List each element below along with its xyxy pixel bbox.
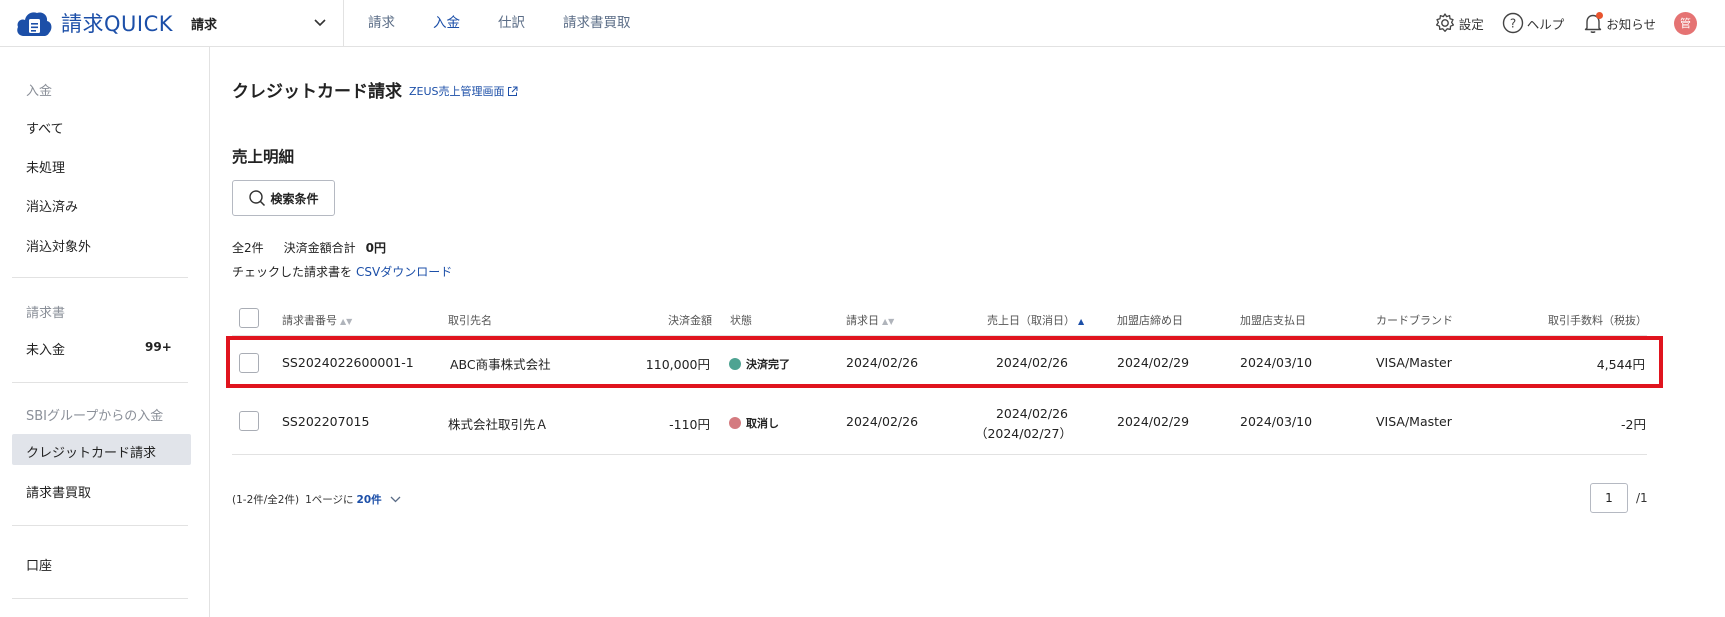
page-title: クレジットカード請求 [232, 82, 402, 102]
page-number-input[interactable]: 1 [1590, 483, 1628, 513]
cell-cancel-date: （2024/02/27） [974, 426, 1072, 441]
sidebar-divider [12, 525, 188, 526]
sidebar-item-factoring[interactable]: 請求書買取 [26, 482, 91, 501]
per-page-select[interactable]: 20件 [357, 492, 382, 507]
header-utilities: 設定 ? ヘルプ お知らせ 管 [1434, 0, 1725, 46]
pagination-range: (1-2件/全2件) [232, 494, 300, 506]
status-label: 取消し [746, 417, 779, 430]
nav-invoice[interactable]: 請求 [368, 0, 395, 46]
chevron-down-icon [314, 19, 326, 27]
column-header-payment-date: 加盟店支払日 [1240, 314, 1306, 327]
search-icon [249, 190, 266, 207]
status-cancel-dot [729, 417, 741, 429]
csv-download-link[interactable]: CSVダウンロード [356, 265, 452, 279]
column-header-label: 請求書番号 [282, 314, 337, 327]
app-switcher-label: 請求 [191, 17, 218, 33]
settings-button[interactable]: 設定 [1434, 12, 1484, 34]
cell-payment-date: 2024/03/10 [1240, 414, 1313, 429]
status-badge: 取消し [729, 415, 779, 431]
sidebar-item-all[interactable]: すべて [26, 118, 64, 137]
table-divider [232, 454, 1647, 455]
cell-fee: -2円 [1621, 417, 1646, 432]
column-header-client: 取引先名 [448, 314, 492, 327]
notifications-label: お知らせ [1606, 16, 1656, 32]
external-link-icon [507, 86, 518, 96]
column-header-fee: 取引手数料（税抜） [1548, 314, 1647, 327]
nav-journal[interactable]: 仕訳 [498, 0, 525, 46]
sidebar-section-invoice: 請求書 [26, 306, 66, 321]
cell-invoice-date: 2024/02/26 [846, 414, 919, 429]
column-header-invoice-no[interactable]: 請求書番号 ▲▼ [282, 312, 352, 328]
column-header-closing-date: 加盟店締め日 [1117, 314, 1183, 327]
settings-label: 設定 [1458, 16, 1484, 32]
zeus-sales-link[interactable]: ZEUS売上管理画面 [409, 83, 518, 99]
cell-client: 株式会社取引先Ａ [448, 417, 549, 432]
gear-icon [1435, 13, 1454, 32]
bell-icon-wrap [1582, 12, 1604, 34]
cell-invoice-no[interactable]: SS202207015 [282, 414, 369, 429]
sidebar-divider [12, 277, 188, 278]
sidebar: 入金 すべて 未処理 消込済み 消込対象外 請求書 未入金 99+ SBIグルー… [0, 47, 210, 617]
sort-icon: ▲▼ [340, 317, 353, 326]
settlement-total-label: 決済金額合計 [283, 241, 356, 255]
nav-payment[interactable]: 入金 [433, 0, 460, 46]
sidebar-section-payment: 入金 [26, 84, 53, 99]
column-header-invoice-date[interactable]: 請求日 ▲▼ [846, 312, 894, 328]
cell-closing-date: 2024/02/29 [1117, 414, 1190, 429]
sidebar-divider [12, 382, 188, 383]
search-conditions-label: 検索条件 [270, 191, 319, 206]
unpaid-count-badge: 99+ [145, 340, 172, 354]
help-icon: ? [1502, 12, 1523, 34]
cell-amount: -110円 [669, 417, 710, 432]
pagination-info: (1-2件/全2件) 1ページに 20件 [232, 492, 401, 507]
sidebar-item-unprocessed[interactable]: 未処理 [26, 157, 65, 176]
page-total: /1 [1636, 491, 1648, 505]
help-button[interactable]: ? ヘルプ [1502, 12, 1565, 34]
sidebar-item-excluded[interactable]: 消込対象外 [26, 236, 91, 255]
column-header-label: 請求日 [846, 314, 879, 327]
logo-text: 請求QUICK [61, 12, 174, 36]
column-header-status: 状態 [730, 314, 752, 327]
summary-bar: 全2件 決済金額合計 0円 [232, 239, 386, 256]
row-checkbox[interactable] [239, 411, 259, 431]
search-conditions-button[interactable]: 検索条件 [232, 180, 335, 216]
column-header-label: 売上日（取消日） [987, 314, 1075, 327]
header-divider [343, 0, 344, 46]
app-switcher[interactable]: 請求 [191, 12, 326, 34]
avatar[interactable]: 管 [1674, 11, 1697, 35]
notifications-button[interactable]: お知らせ [1582, 12, 1656, 34]
column-header-sales-date[interactable]: 売上日（取消日） ▲ [987, 312, 1084, 328]
help-label: ヘルプ [1526, 16, 1565, 32]
sidebar-item-account[interactable]: 口座 [26, 555, 52, 574]
column-header-amount: 決済金額 [668, 314, 712, 327]
total-count: 全2件 [232, 241, 264, 255]
sidebar-item-credit-card[interactable]: クレジットカード請求 [26, 442, 156, 461]
sort-asc-icon: ▲ [1078, 317, 1085, 326]
section-title: 売上明細 [232, 148, 295, 166]
cell-sales-date: 2024/02/26 [995, 406, 1068, 421]
nav-factoring[interactable]: 請求書買取 [563, 0, 631, 46]
chevron-down-icon[interactable] [390, 496, 401, 503]
app-header: 請求QUICK 請求 請求 入金 仕訳 請求書買取 設定 ? ヘルプ お知らせ … [0, 0, 1725, 47]
sidebar-item-reconciled[interactable]: 消込済み [26, 196, 78, 215]
cell-brand: VISA/Master [1376, 414, 1452, 429]
select-all-checkbox[interactable] [239, 308, 259, 328]
app-logo[interactable]: 請求QUICK [15, 8, 173, 38]
sort-icon: ▲▼ [882, 317, 895, 326]
sidebar-divider [12, 598, 188, 599]
per-page-label: 1ページに [305, 494, 354, 506]
zeus-link-label: ZEUS売上管理画面 [409, 85, 505, 98]
cloud-document-icon [17, 12, 52, 36]
settlement-total-value: 0円 [365, 241, 387, 255]
svg-text:?: ? [1510, 17, 1516, 31]
column-header-brand: カードブランド [1376, 314, 1453, 327]
main-nav: 請求 入金 仕訳 請求書買取 [368, 0, 669, 46]
csv-download-line: チェックした請求書を CSVダウンロード [232, 263, 452, 280]
sidebar-section-sbi: SBIグループからの入金 [26, 409, 164, 424]
row-highlight-frame [226, 336, 1663, 388]
sidebar-item-unpaid[interactable]: 未入金 [26, 339, 65, 358]
csv-prefix: チェックした請求書を [232, 265, 353, 279]
